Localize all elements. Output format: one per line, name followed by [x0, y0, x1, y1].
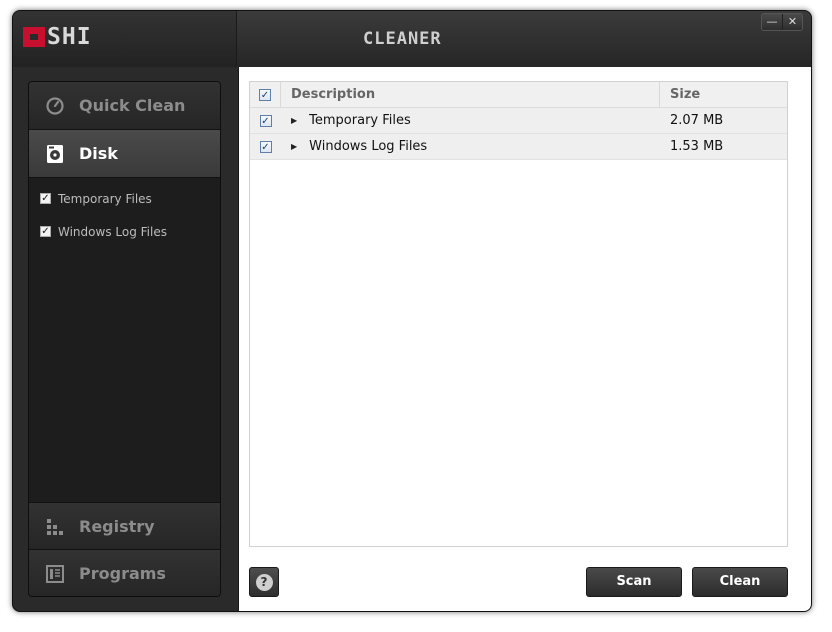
description-text: Windows Log Files	[309, 139, 428, 154]
list-item[interactable]: ✓ Windows Log Files	[29, 215, 220, 248]
description-cell: ▶ Temporary Files	[281, 108, 660, 133]
column-header-description[interactable]: Description	[281, 82, 660, 107]
title-bar-logo-area: SHI	[13, 11, 237, 67]
help-button[interactable]: ?	[249, 567, 279, 597]
scan-button[interactable]: Scan	[586, 567, 682, 597]
row-checkbox[interactable]: ✓	[259, 114, 272, 127]
clean-button[interactable]: Clean	[692, 567, 788, 597]
disk-options-list: ✓ Temporary Files ✓ Windows Log Files	[29, 182, 220, 248]
sidebar: Quick Clean Disk ✓ Temporary Files ✓ Win…	[28, 81, 221, 597]
option-label: Temporary Files	[58, 191, 152, 206]
logo-text: SHI	[47, 24, 92, 50]
description-cell: ▶ Windows Log Files	[281, 134, 660, 159]
disk-icon	[45, 144, 65, 164]
sidebar-item-label: Registry	[79, 516, 155, 536]
window-controls: — ✕	[761, 13, 803, 31]
sidebar-item-label: Disk	[79, 144, 118, 163]
checkbox-checked-icon[interactable]: ✓	[40, 226, 51, 237]
programs-icon	[45, 564, 65, 584]
table-row[interactable]: ✓ ▶ Temporary Files 2.07 MB	[250, 108, 787, 134]
help-icon: ?	[255, 573, 273, 591]
minimize-button[interactable]: —	[762, 14, 782, 30]
sidebar-item-label: Quick Clean	[79, 96, 186, 115]
sidebar-item-label: Programs	[79, 564, 166, 583]
sidebar-item-registry[interactable]: Registry	[29, 502, 220, 550]
row-check-cell: ✓	[250, 108, 281, 133]
registry-icon	[45, 516, 65, 536]
header-check-cell: ✓	[250, 82, 281, 107]
row-checkbox[interactable]: ✓	[259, 140, 272, 153]
app-title: CLEANER	[363, 29, 442, 49]
logo-mark	[23, 27, 45, 47]
select-all-checkbox[interactable]: ✓	[259, 88, 271, 101]
title-bar: SHI CLEANER — ✕	[13, 11, 811, 67]
sidebar-item-quick-clean[interactable]: Quick Clean	[29, 82, 220, 130]
column-header-size[interactable]: Size	[660, 82, 787, 107]
sidebar-item-programs[interactable]: Programs	[29, 550, 220, 596]
gauge-icon	[45, 96, 65, 116]
table-row[interactable]: ✓ ▶ Windows Log Files 1.53 MB	[250, 134, 787, 160]
app-window: SHI CLEANER — ✕ Quick Clean Disk ✓ Tempo…	[12, 10, 812, 612]
table-header: ✓ Description Size	[250, 82, 787, 108]
row-check-cell: ✓	[250, 134, 281, 159]
list-item[interactable]: ✓ Temporary Files	[29, 182, 220, 215]
option-label: Windows Log Files	[58, 224, 167, 239]
sidebar-item-disk[interactable]: Disk	[29, 130, 220, 178]
close-button[interactable]: ✕	[782, 14, 802, 30]
checkbox-checked-icon[interactable]: ✓	[40, 193, 51, 204]
expand-arrow-icon[interactable]: ▶	[291, 142, 297, 151]
expand-arrow-icon[interactable]: ▶	[291, 116, 297, 125]
results-table: ✓ Description Size ✓ ▶ Temporary Files 2…	[249, 81, 788, 547]
size-cell: 2.07 MB	[670, 113, 724, 128]
size-cell: 1.53 MB	[670, 139, 724, 154]
main-panel: ✓ Description Size ✓ ▶ Temporary Files 2…	[238, 67, 811, 611]
description-text: Temporary Files	[309, 113, 411, 128]
app-logo: SHI	[23, 24, 92, 50]
